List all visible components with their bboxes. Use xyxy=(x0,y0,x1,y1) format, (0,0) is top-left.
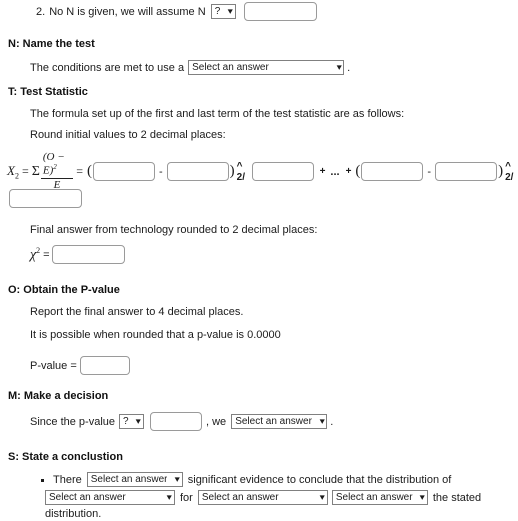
pvalue-compare-select-label: ? xyxy=(123,416,129,427)
conclusion-significant-text: significant evidence to conclude that th… xyxy=(187,473,452,486)
subject-select[interactable]: Select an answer ▾ xyxy=(45,490,175,505)
assume-n-select-label: ? xyxy=(214,6,221,17)
term1-expected-input[interactable] xyxy=(166,162,229,182)
ellipsis: ... xyxy=(330,165,340,178)
bullet-marker xyxy=(41,479,44,482)
chi-square-label: χ2 xyxy=(30,245,41,263)
worksheet-page: 2. No N is given, we will assume N ? ▾ N… xyxy=(0,0,518,521)
formula-intro-line-2: Round initial values to 2 decimal places… xyxy=(30,129,226,141)
open-paren-1: ( xyxy=(86,163,92,180)
section-heading-name-test: N: Name the test xyxy=(8,38,95,50)
pvalue-answer-row: P-value = xyxy=(30,356,130,375)
close-paren-2: ) xyxy=(498,163,504,180)
section-heading-obtain-pvalue: O: Obtain the P-value xyxy=(8,284,120,296)
plus-sign-2: + xyxy=(345,166,352,178)
chi-square-value-input[interactable] xyxy=(51,245,125,264)
pvalue-line-2: It is possible when rounded that a p-val… xyxy=(30,329,281,341)
chevron-down-icon: ▾ xyxy=(167,492,173,502)
chevron-down-icon: ▾ xyxy=(319,416,325,426)
fraction-numerator: (O − E)2 xyxy=(42,151,65,177)
term2-expected-input[interactable] xyxy=(435,162,498,182)
conclusion-line-2: Select an answer ▾ for Select an answer … xyxy=(45,490,481,505)
section-heading-state-conclusion: S: State a conclustion xyxy=(8,451,123,463)
alpha-input[interactable] xyxy=(150,412,202,431)
pvalue-line-1: Report the final answer to 4 decimal pla… xyxy=(30,306,244,318)
term2-observed-input[interactable] xyxy=(361,162,424,182)
decision-row: Since the p-value ? ▾ , we Select an ans… xyxy=(30,412,333,431)
fraction: (O − E)2 E xyxy=(40,151,74,191)
chi-square-answer-row: χ2 = xyxy=(30,245,125,264)
chevron-down-icon: ▾ xyxy=(319,492,326,502)
question-2-row: 2. No N is given, we will assume N ? ▾ xyxy=(36,2,317,21)
term1-observed-input[interactable] xyxy=(92,162,155,182)
chi-equals-sign: = xyxy=(43,248,50,261)
assume-n-select[interactable]: ? ▾ xyxy=(210,4,236,19)
term1-divisor-input[interactable] xyxy=(251,162,314,182)
decision-action-select-label: Select an answer xyxy=(235,416,312,427)
fit-select-label: Select an answer xyxy=(335,492,413,503)
decision-period: . xyxy=(330,415,334,428)
chi-square-formula-row: X2 = Σ (O − E)2 E = ( - ) ^ 2/ + ... + (… xyxy=(7,151,518,191)
decision-action-select[interactable]: Select an answer ▾ xyxy=(231,414,328,429)
decision-text-before: Since the p-value xyxy=(30,415,115,428)
conclusion-for-text: for xyxy=(180,491,193,504)
pvalue-input[interactable] xyxy=(79,356,130,375)
conclusion-line-1: There Select an answer ▾ significant evi… xyxy=(53,472,451,487)
open-paren-2: ( xyxy=(355,163,361,180)
term2-divisor-input[interactable] xyxy=(9,189,82,208)
chevron-down-icon: ▾ xyxy=(336,62,342,72)
conditions-period: . xyxy=(347,61,351,74)
pvalue-label: P-value = xyxy=(30,359,77,372)
fit-select[interactable]: Select an answer ▾ xyxy=(331,490,428,505)
minus-sign-1: - xyxy=(158,165,163,178)
power-label-2: ^ 2/ xyxy=(505,160,514,183)
question-number: 2. xyxy=(36,5,46,18)
test-type-select-label: Select an answer xyxy=(192,62,269,73)
conclusion-stated-text: the stated xyxy=(432,491,482,504)
group-select-label: Select an answer xyxy=(201,492,279,503)
formula-intro-line-1: The formula set up of the first and last… xyxy=(30,108,405,120)
chevron-down-icon: ▾ xyxy=(174,474,181,484)
section-heading-make-decision: M: Make a decision xyxy=(8,390,109,402)
group-select[interactable]: Select an answer ▾ xyxy=(197,490,328,505)
chevron-down-icon: ▾ xyxy=(419,492,426,502)
subject-select-label: Select an answer xyxy=(49,492,126,503)
minus-sign-2: - xyxy=(427,165,432,178)
evidence-select-label: Select an answer xyxy=(90,474,168,485)
conclusion-line-3: distribution. xyxy=(45,508,102,520)
test-type-select[interactable]: Select an answer ▾ xyxy=(188,60,345,75)
close-paren-1: ) xyxy=(229,163,235,180)
assume-n-input[interactable] xyxy=(243,2,317,21)
conditions-row: The conditions are met to use a Select a… xyxy=(30,60,350,75)
sigma-icon: Σ xyxy=(31,163,40,179)
equals-sign-2: = xyxy=(76,164,83,179)
chi-symbol: X2 xyxy=(7,162,19,181)
power-label-1: ^ 2/ xyxy=(236,160,245,183)
pvalue-compare-select[interactable]: ? ▾ xyxy=(119,414,144,429)
conclusion-there-text: There xyxy=(53,473,82,486)
conditions-text: The conditions are met to use a xyxy=(30,61,185,74)
chevron-down-icon: ▾ xyxy=(136,416,142,426)
evidence-select[interactable]: Select an answer ▾ xyxy=(86,472,183,487)
decision-text-middle: , we xyxy=(206,415,227,428)
question-prompt: No N is given, we will assume N xyxy=(49,5,206,18)
plus-sign-1: + xyxy=(319,166,326,178)
chevron-down-icon: ▾ xyxy=(227,6,234,16)
section-heading-test-statistic: T: Test Statistic xyxy=(8,86,88,98)
final-answer-text: Final answer from technology rounded to … xyxy=(30,224,318,236)
equals-sign: = xyxy=(21,164,29,179)
